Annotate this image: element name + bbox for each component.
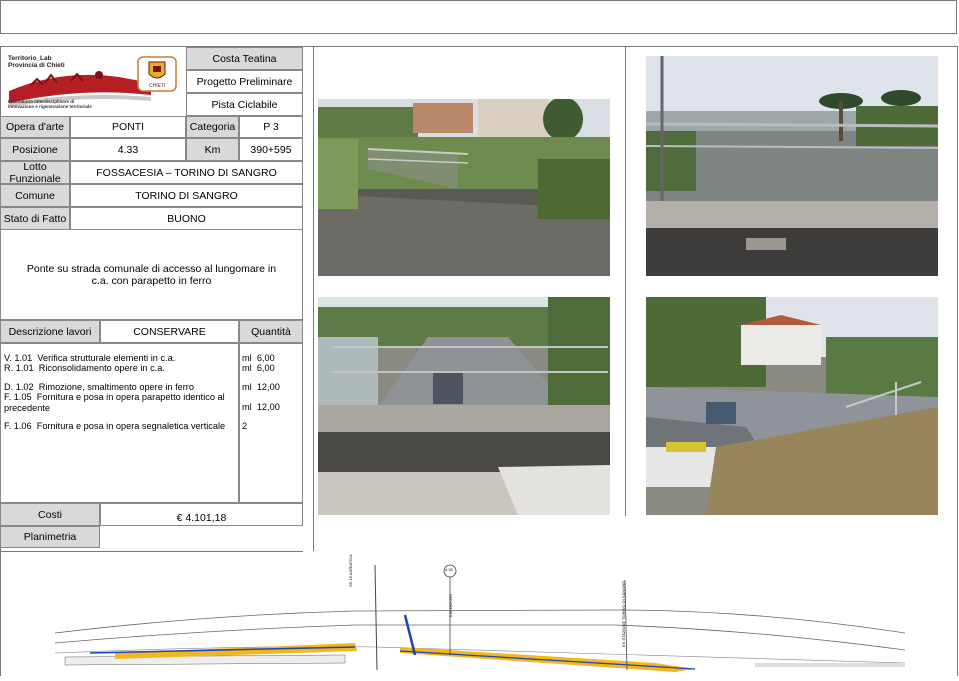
photo-divider <box>625 46 626 516</box>
posizione-value: 4.33 <box>70 138 186 161</box>
photo-bridge-parapet <box>318 99 610 276</box>
categoria-label: Categoria <box>186 116 239 138</box>
comune-value: TORINO DI SANGRO <box>70 184 303 207</box>
categoria-value: P 3 <box>239 116 303 138</box>
costi-label: Costi <box>0 503 100 526</box>
work-qty: 2 <box>242 421 248 431</box>
work-item: D. 1.02 Rimozione, smaltimento opere in … <box>4 382 194 392</box>
column-divider <box>313 46 314 551</box>
project-phase: Progetto Preliminare <box>186 70 303 93</box>
plan-label-road: SS 16 ADRIATICA <box>348 554 353 587</box>
work-item: V. 1.01 Verifica strutturale elementi in… <box>4 353 176 363</box>
work-qty: ml 6,00 <box>242 353 275 363</box>
work-qty: ml 6,00 <box>242 363 275 373</box>
costi-value: € 4.101,18 <box>100 503 303 526</box>
work-item: R. 1.01 Riconsolidamento opere in c.a. <box>4 363 165 373</box>
bridge-description: Ponte su strada comunale di accesso al l… <box>0 230 303 320</box>
km-value: 390+595 <box>239 138 303 161</box>
planimetria-label: Planimetria <box>0 526 100 548</box>
plan-marker: 4.33 <box>445 567 453 572</box>
work-item: F. 1.06 Fornitura e posa in opera segnal… <box>4 421 226 431</box>
works-col-quantita: Quantità <box>239 320 303 343</box>
plan-label-station: EX STAZIONE TORINO DI SANGRO <box>621 580 626 647</box>
works-col-descrizione: Descrizione lavori <box>0 320 100 343</box>
plan-label-km: KM 390+595 <box>448 594 453 617</box>
logo-caption-2: innovazione e rigenerazione territoriale <box>8 104 92 109</box>
logo-line1: Territorio_Lab <box>8 55 52 62</box>
stato-label: Stato di Fatto <box>0 207 70 230</box>
posizione-label: Posizione <box>0 138 70 161</box>
lotto-label: Lotto Funzionale <box>0 161 70 185</box>
work-qty: ml 12,00 <box>242 402 280 412</box>
logo: Territorio_Lab Provincia di Chieti Labor… <box>1 47 192 117</box>
project-area: Costa Teatina <box>186 47 303 70</box>
comune-label: Comune <box>0 184 70 207</box>
divider <box>0 551 303 552</box>
photo-road-view <box>646 297 938 515</box>
photo-parapet-sea <box>646 56 938 276</box>
photo-road-underpass <box>318 297 610 515</box>
logo-line2: Provincia di Chieti <box>8 62 65 69</box>
opera-value: PONTI <box>70 116 186 138</box>
site-plan: 4.33 SS 16 ADRIATICA KM 390+595 EX STAZI… <box>54 554 906 676</box>
opera-label: Opera d'arte <box>0 116 70 138</box>
top-frame <box>0 0 957 34</box>
work-qty: ml 12,00 <box>242 382 280 392</box>
project-type: Pista Ciclabile <box>186 93 303 116</box>
work-item: F. 1.05 Fornitura e posa in opera parape… <box>4 392 225 413</box>
works-col-azione: CONSERVARE <box>100 320 239 343</box>
stato-value: BUONO <box>70 207 303 230</box>
km-label: Km <box>186 138 239 161</box>
lotto-value: FOSSACESIA – TORINO DI SANGRO <box>70 161 303 184</box>
logo-emblem-label: CHIETI <box>149 83 166 89</box>
